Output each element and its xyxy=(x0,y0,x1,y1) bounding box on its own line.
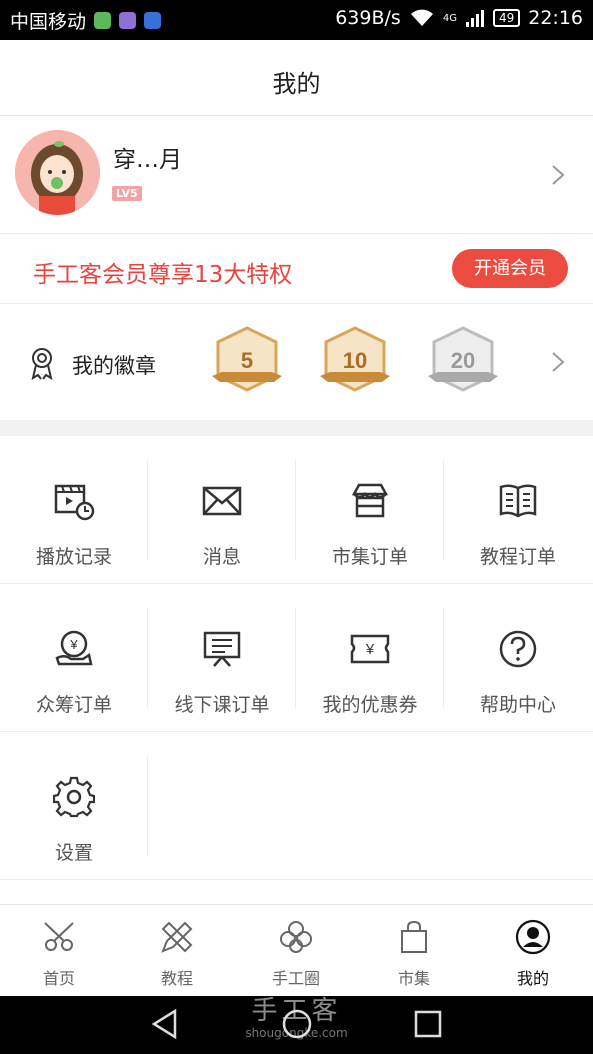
crowdfund-icon: ¥ xyxy=(55,630,93,666)
tab-home[interactable]: 首页 xyxy=(0,905,118,997)
gallery-notification-icon xyxy=(119,12,137,29)
medal-ribbon-icon xyxy=(31,348,53,380)
battery-indicator: 49 xyxy=(492,9,521,27)
chevron-right-icon xyxy=(552,165,565,185)
open-vip-button[interactable]: 开通会员 xyxy=(452,249,568,288)
baidu-notification-icon xyxy=(144,12,162,29)
gear-icon xyxy=(53,776,95,818)
grid-item-help-center[interactable]: 帮助中心 xyxy=(444,584,592,732)
avatar-illustration xyxy=(15,130,100,215)
grid-item-play-history[interactable]: 播放记录 xyxy=(0,436,148,584)
grid-item-offline-course-orders[interactable]: 线下课订单 xyxy=(148,584,296,732)
grid-row: ¥ 众筹订单 线下课订单 ¥ 我的优惠券 帮助中心 xyxy=(0,584,593,732)
tab-label: 教程 xyxy=(160,969,193,988)
presentation-icon xyxy=(203,631,241,667)
signal-icon xyxy=(465,10,484,27)
grid-item-my-coupons[interactable]: ¥ 我的优惠券 xyxy=(296,584,444,732)
system-nav-bar: 手工客 shougongke.com xyxy=(0,996,593,1054)
medal-5-icon[interactable]: 5 xyxy=(210,326,284,398)
badges-row[interactable]: 我的徽章 5 10 20 xyxy=(0,304,593,420)
tab-tutorials[interactable]: 教程 xyxy=(118,905,236,997)
tab-label: 手工圈 xyxy=(271,969,320,988)
profile-row[interactable]: 穿…月 LV5 xyxy=(0,116,593,234)
tab-label: 首页 xyxy=(42,969,75,988)
grid-item-label: 设置 xyxy=(54,842,93,864)
coupon-icon: ¥ xyxy=(350,634,390,664)
page-title: 我的 xyxy=(272,70,321,98)
recents-icon[interactable] xyxy=(413,1009,443,1039)
network-speed: 639B/s xyxy=(335,7,401,29)
username: 穿…月 xyxy=(113,147,182,173)
network-type: 4G xyxy=(442,12,457,24)
grid-item-label: 线下课订单 xyxy=(174,694,270,716)
pencil-ruler-icon xyxy=(161,921,193,953)
video-history-icon xyxy=(54,484,95,521)
scissors-icon xyxy=(44,922,74,951)
grid-item-label: 我的优惠券 xyxy=(322,694,418,716)
grid-row: 播放记录 消息 市集订单 教程订单 xyxy=(0,436,593,584)
envelope-icon xyxy=(202,486,242,516)
divider xyxy=(147,756,148,856)
app-notification-icon xyxy=(94,12,112,29)
medal-10-icon[interactable]: 10 xyxy=(318,326,392,398)
status-bar: 中国移动 639B/s 4G 49 22:16 xyxy=(0,0,593,40)
wifi-icon xyxy=(410,9,433,26)
avatar[interactable] xyxy=(15,130,100,215)
svg-text:¥: ¥ xyxy=(69,637,78,652)
chevron-right-icon xyxy=(552,352,565,372)
grid-item-crowdfund-orders[interactable]: ¥ 众筹订单 xyxy=(0,584,148,732)
grid-item-label: 众筹订单 xyxy=(35,694,112,716)
grid-item-label: 播放记录 xyxy=(35,546,112,568)
badges-label: 我的徽章 xyxy=(72,354,156,378)
bottom-tab-bar: 首页 教程 手工圈 市集 我的 xyxy=(0,904,593,996)
grid-item-tutorial-orders[interactable]: 教程订单 xyxy=(444,436,592,584)
medal-value: 20 xyxy=(451,348,475,373)
back-icon[interactable] xyxy=(150,1008,180,1040)
grid-item-label: 消息 xyxy=(202,546,241,568)
shop-icon xyxy=(351,483,389,518)
level-badge: LV5 xyxy=(112,186,142,201)
medal-20-icon[interactable]: 20 xyxy=(426,326,500,398)
flower-icon xyxy=(280,921,312,953)
tab-craft-circle[interactable]: 手工圈 xyxy=(237,905,355,997)
help-icon xyxy=(499,630,537,668)
grid-item-label: 市集订单 xyxy=(331,546,408,568)
feature-grid: 播放记录 消息 市集订单 教程订单 ¥ 众筹订单 线下课订单 ¥ 我的优惠券 帮… xyxy=(0,436,593,880)
user-icon xyxy=(515,919,551,955)
tab-mine[interactable]: 我的 xyxy=(474,905,592,997)
tab-label: 市集 xyxy=(397,969,430,988)
tab-label: 我的 xyxy=(516,969,549,988)
grid-item-label: 教程订单 xyxy=(479,546,556,568)
grid-item-market-orders[interactable]: 市集订单 xyxy=(296,436,444,584)
section-gap xyxy=(0,420,593,436)
title-bar: 我的 xyxy=(0,40,593,116)
grid-item-messages[interactable]: 消息 xyxy=(148,436,296,584)
svg-text:¥: ¥ xyxy=(365,641,375,658)
shopping-bag-icon xyxy=(401,920,427,953)
grid-item-label: 帮助中心 xyxy=(479,694,556,716)
vip-banner[interactable]: 手工客会员尊享13大特权 开通会员 xyxy=(0,234,593,304)
grid-row: 设置 xyxy=(0,732,593,880)
book-icon xyxy=(499,484,537,518)
home-icon[interactable] xyxy=(281,1008,313,1040)
vip-promo-text: 手工客会员尊享13大特权 xyxy=(33,262,293,288)
carrier-name: 中国移动 xyxy=(10,11,87,33)
medal-value: 10 xyxy=(343,348,367,373)
tab-market[interactable]: 市集 xyxy=(355,905,473,997)
medal-value: 5 xyxy=(241,348,253,373)
clock: 22:16 xyxy=(528,7,583,29)
grid-item-settings[interactable]: 设置 xyxy=(0,732,148,880)
